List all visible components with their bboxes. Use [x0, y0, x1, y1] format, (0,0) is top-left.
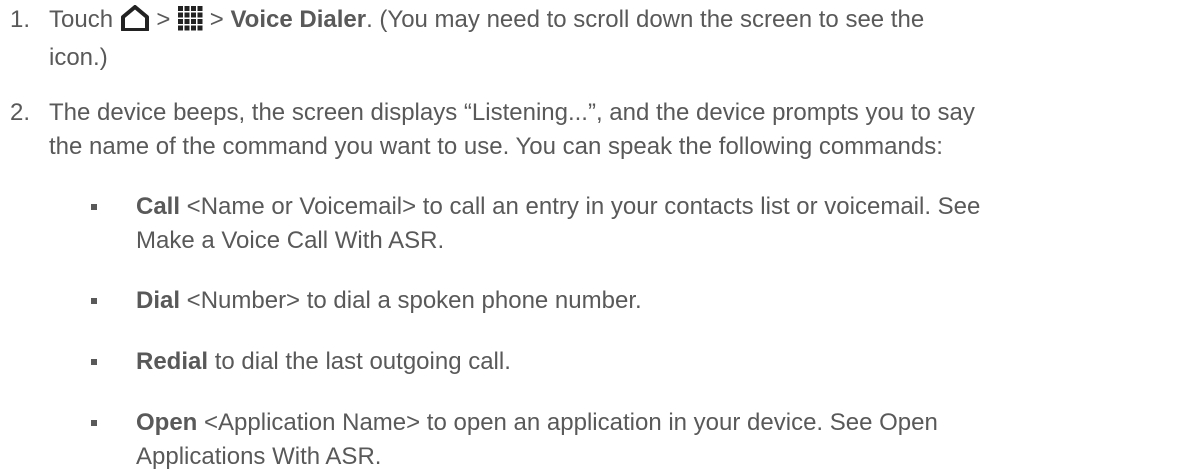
step-1-line-2: icon.) — [49, 44, 108, 71]
step-number: 2. — [10, 99, 31, 126]
separator: > — [209, 6, 224, 33]
step-1-prefix: Touch — [49, 6, 114, 33]
bullet-icon — [91, 359, 97, 365]
bullet-icon — [91, 204, 97, 210]
command-keyword: Redial — [136, 348, 209, 375]
command-keyword: Open — [136, 409, 198, 436]
command-description: to dial the last outgoing call. — [208, 348, 511, 375]
command-description-line-2: Applications With ASR. — [136, 443, 382, 470]
separator: > — [156, 6, 171, 33]
apps-grid-icon — [177, 5, 203, 41]
step-1-suffix: . (You may need to scroll down the scree… — [366, 6, 925, 33]
step-text: The device beeps, the screen displays “L… — [49, 96, 1184, 164]
command-keyword: Dial — [136, 287, 181, 314]
home-icon — [120, 5, 150, 41]
step-2-line-2: the name of the command you want to use.… — [49, 133, 943, 160]
voice-dialer-label: Voice Dialer — [230, 6, 367, 33]
command-description: <Name or Voicemail> to call an entry in … — [180, 193, 981, 220]
step-number: 1. — [10, 6, 31, 33]
bullet-icon — [91, 298, 97, 304]
command-keyword: Call — [136, 193, 181, 220]
step-2-line-1: The device beeps, the screen displays “L… — [49, 99, 975, 126]
command-description-line-2: Make a Voice Call With ASR. — [136, 227, 445, 254]
command-description: <Number> to dial a spoken phone number. — [180, 287, 642, 314]
command-description: <Application Name> to open an applicatio… — [197, 409, 938, 436]
step-text: Touch > > Voice Dialer. (You may need to… — [49, 3, 1184, 75]
bullet-icon — [91, 420, 97, 426]
